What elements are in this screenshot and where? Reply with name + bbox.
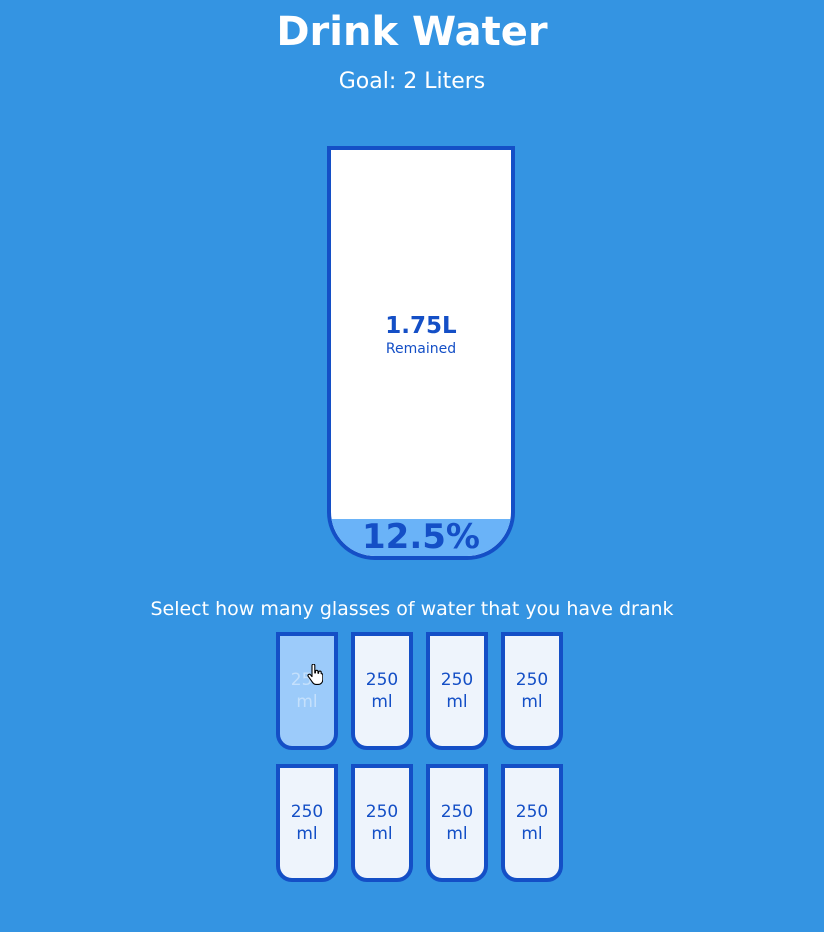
cup-amount: 250 bbox=[290, 802, 324, 822]
small-cup[interactable]: 250 ml bbox=[276, 764, 338, 882]
cup-unit: ml bbox=[296, 824, 318, 844]
percentage-fill: 12.5% bbox=[331, 519, 511, 556]
remained-section: 1.75L Remained bbox=[331, 150, 511, 519]
small-cup[interactable]: 250 ml bbox=[426, 632, 488, 750]
remained-label: Remained bbox=[385, 340, 457, 357]
cup-unit: ml bbox=[371, 692, 393, 712]
cup-unit: ml bbox=[446, 692, 468, 712]
big-cup: 1.75L Remained 12.5% bbox=[327, 146, 515, 560]
cup-amount: 250 bbox=[515, 802, 549, 822]
page-title: Drink Water bbox=[276, 9, 548, 55]
cups-grid: 250 ml 250 ml 250 ml 250 ml 250 ml 250 m… bbox=[276, 632, 566, 882]
remained-amount: 1.75L bbox=[385, 312, 457, 339]
cup-amount: 250 bbox=[290, 670, 324, 690]
small-cup[interactable]: 250 ml bbox=[351, 764, 413, 882]
cup-unit: ml bbox=[296, 692, 318, 712]
cup-amount: 250 bbox=[515, 670, 549, 690]
cup-amount: 250 bbox=[440, 802, 474, 822]
small-cup[interactable]: 250 ml bbox=[351, 632, 413, 750]
small-cup[interactable]: 250 ml bbox=[501, 632, 563, 750]
small-cup[interactable]: 250 ml bbox=[501, 764, 563, 882]
cup-unit: ml bbox=[371, 824, 393, 844]
cup-amount: 250 bbox=[440, 670, 474, 690]
cup-unit: ml bbox=[446, 824, 468, 844]
small-cup[interactable]: 250 ml bbox=[426, 764, 488, 882]
cup-unit: ml bbox=[521, 824, 543, 844]
cup-amount: 250 bbox=[365, 670, 399, 690]
small-cup[interactable]: 250 ml bbox=[276, 632, 338, 750]
instruction-text: Select how many glasses of water that yo… bbox=[150, 598, 674, 620]
cup-amount: 250 bbox=[365, 802, 399, 822]
cup-unit: ml bbox=[521, 692, 543, 712]
goal-text: Goal: 2 Liters bbox=[338, 69, 486, 94]
